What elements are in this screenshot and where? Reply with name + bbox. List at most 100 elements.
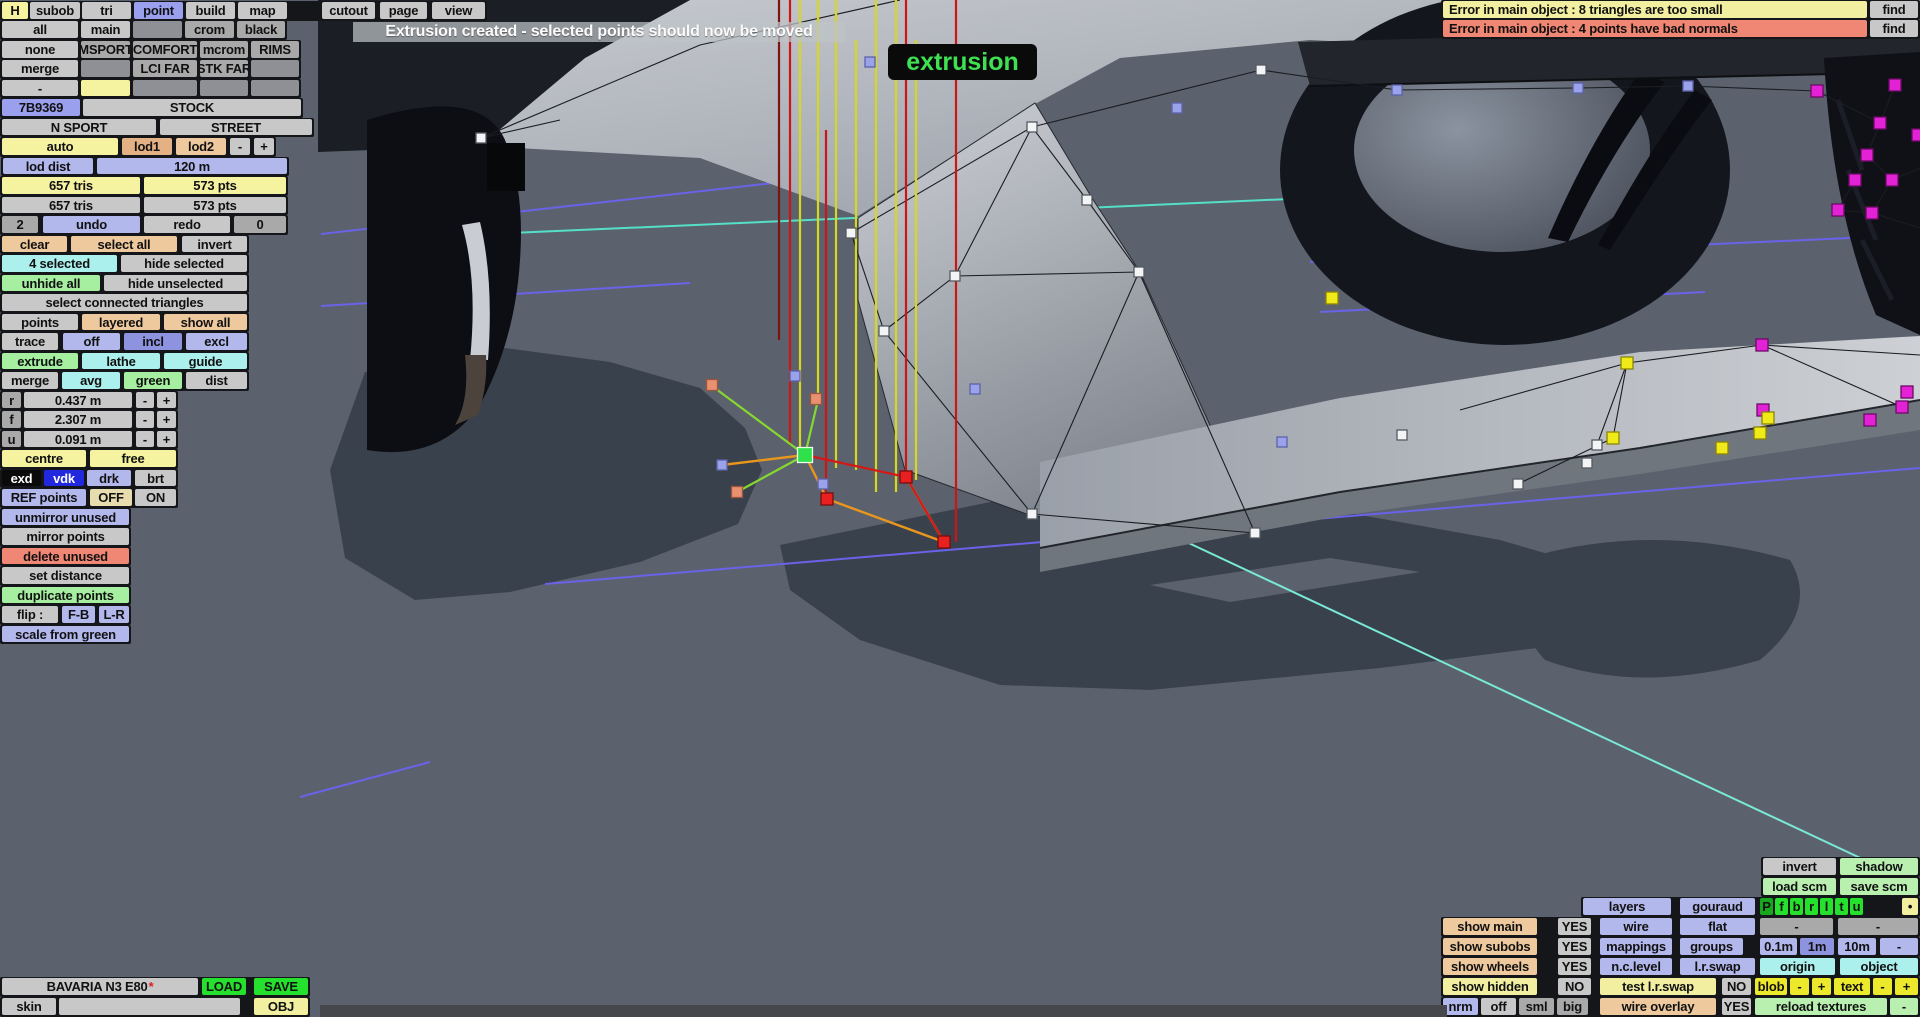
no-button[interactable]: NO [1558,978,1591,995]
r-button[interactable]: r [2,392,21,408]
u-button[interactable]: u [2,431,21,447]
vertex-point-lavender[interactable] [969,383,981,395]
p-button[interactable]: P [1760,898,1773,915]
vertex-point-magenta[interactable] [1810,84,1824,98]
cell-button[interactable]: + [1812,978,1831,995]
h-button[interactable]: H [2,2,28,19]
cell-button[interactable]: - [136,392,154,408]
vertex-point-yellow[interactable] [1715,441,1729,455]
lod-dist-button[interactable]: lod dist [3,158,93,174]
n-c-level-button[interactable]: n.c.level [1600,958,1672,975]
lod2-button[interactable]: lod2 [176,138,226,155]
extrude-button[interactable]: extrude [2,353,78,369]
clear-button[interactable]: clear [2,236,67,252]
incl-button[interactable]: incl [124,333,182,350]
cell-button[interactable]: + [157,392,176,408]
find-button[interactable]: find [1870,20,1918,37]
mappings-button[interactable]: mappings [1600,938,1672,955]
wire-button[interactable]: wire [1600,918,1672,935]
find-button[interactable]: find [1870,1,1918,18]
vertex-point-white[interactable] [949,270,961,282]
l-r-swap-button[interactable]: l.r.swap [1680,958,1755,975]
error-in-main-object-4-points-have-bad-normals-button[interactable]: Error in main object : 4 points have bad… [1443,20,1867,37]
show-wheels-button[interactable]: show wheels [1443,958,1537,975]
cell-button[interactable] [133,80,197,96]
vertex-point-lavender[interactable] [789,370,801,382]
cell-button[interactable] [81,60,130,77]
trace-button[interactable]: trace [2,333,58,350]
cell-button[interactable] [59,998,240,1015]
7b9369-button[interactable]: 7B9369 [2,99,80,116]
bavaria-n3-e80-button[interactable]: BAVARIA N3 E80 * [2,978,198,995]
lathe-button[interactable]: lathe [82,353,160,369]
excl-button[interactable]: excl [186,333,247,350]
cell-button[interactable]: - [1890,998,1918,1015]
657-tris-button[interactable]: 657 tris [2,177,140,194]
groups-button[interactable]: groups [1680,938,1743,955]
b-button[interactable]: b [1790,898,1803,915]
vertex-point-lavender[interactable] [864,56,876,68]
free-button[interactable]: free [90,450,176,467]
u-button[interactable]: u [1850,898,1863,915]
layered-button[interactable]: layered [82,314,160,330]
cell-button[interactable] [251,80,299,96]
drk-button[interactable]: drk [87,470,131,486]
vertex-point-magenta[interactable] [1865,206,1879,220]
yes-button[interactable]: YES [1558,918,1591,935]
redo-button[interactable]: redo [144,216,230,233]
set-distance-button[interactable]: set distance [2,567,129,584]
yes-button[interactable]: YES [1558,958,1591,975]
hide-selected-button[interactable]: hide selected [121,255,247,272]
cell-button[interactable]: - [136,431,154,447]
vertex-point-green[interactable] [796,446,814,464]
l-button[interactable]: l [1820,898,1833,915]
point-button[interactable]: point [134,2,183,19]
centre-button[interactable]: centre [2,450,86,467]
120-m-button[interactable]: 120 m [97,158,287,174]
show-subobs-button[interactable]: show subobs [1443,938,1537,955]
cell-button[interactable]: + [254,138,274,155]
vertex-point-salmon[interactable] [730,485,744,499]
vertex-point-magenta[interactable] [1860,148,1874,162]
573-pts-button[interactable]: 573 pts [144,197,286,213]
vertex-point-white[interactable] [1591,439,1603,451]
cell-button[interactable]: - [1790,978,1809,995]
select-all-button[interactable]: select all [71,236,177,252]
vertex-point-white[interactable] [1133,266,1145,278]
vertex-point-yellow[interactable] [1620,356,1634,370]
cell-button[interactable] [200,80,248,96]
vertex-point-white[interactable] [845,227,857,239]
scale-from-green-button[interactable]: scale from green [2,626,129,642]
rims-button[interactable]: RIMS [251,41,299,58]
vertex-point-magenta[interactable] [1911,128,1920,142]
duplicate-points-button[interactable]: duplicate points [2,587,129,603]
cell-button[interactable] [81,80,130,96]
show-hidden-button[interactable]: show hidden [1443,978,1537,995]
vertex-point-white[interactable] [1512,478,1524,490]
object-button[interactable]: object [1840,958,1918,975]
crom-button[interactable]: crom [185,21,234,38]
f-b-button[interactable]: F-B [62,606,95,623]
lci-far-button[interactable]: LCI FAR [133,60,197,77]
exd-button[interactable]: exd [2,470,41,486]
obj-button[interactable]: OBJ [254,998,308,1015]
4-selected-button[interactable]: 4 selected [2,255,117,272]
vertex-point-white[interactable] [1396,429,1408,441]
573-pts-button[interactable]: 573 pts [144,177,286,194]
vertex-point-lavender[interactable] [1391,84,1403,96]
merge-button[interactable]: merge [2,372,58,389]
vertex-point-magenta[interactable] [1863,413,1877,427]
all-button[interactable]: all [2,21,78,38]
avg-button[interactable]: avg [62,372,120,389]
vertex-point-white[interactable] [475,132,487,144]
vertex-point-magenta[interactable] [1831,203,1845,217]
view-button[interactable]: view [432,2,485,19]
invert-button[interactable]: invert [1763,858,1836,875]
layers-button[interactable]: layers [1583,898,1671,915]
657-tris-button[interactable]: 657 tris [2,197,140,213]
vertex-point-magenta[interactable] [1888,78,1902,92]
2-307-m-button[interactable]: 2.307 m [24,411,132,428]
brt-button[interactable]: brt [135,470,176,486]
vertex-point-white[interactable] [1081,194,1093,206]
cell-button[interactable] [133,21,182,38]
